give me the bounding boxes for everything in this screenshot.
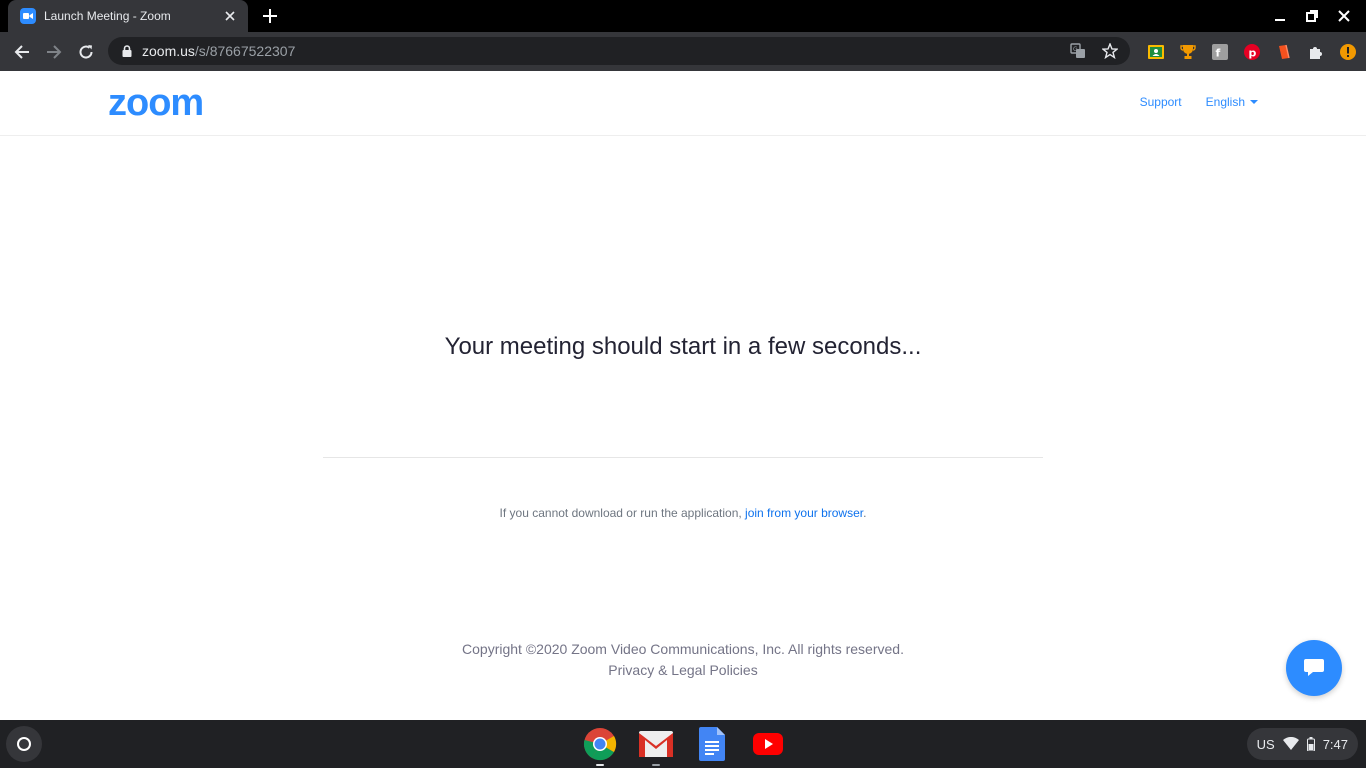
svg-text:p: p xyxy=(1249,46,1257,59)
app-launcher-button[interactable] xyxy=(6,726,42,762)
gmail-app[interactable] xyxy=(636,724,676,766)
copyright-text: Copyright ©2020 Zoom Video Communication… xyxy=(462,641,904,657)
chat-bubble-icon xyxy=(1304,659,1324,676)
tab-title: Launch Meeting - Zoom xyxy=(44,9,171,23)
minimize-button[interactable] xyxy=(1264,0,1296,32)
status-tray[interactable]: US 7:47 xyxy=(1246,728,1358,760)
extensions-row: f p xyxy=(1140,32,1364,71)
browser-tab-strip: Launch Meeting - Zoom xyxy=(0,0,1366,32)
docs-app[interactable] xyxy=(692,724,732,764)
close-tab-icon[interactable] xyxy=(222,8,238,24)
svg-text:f: f xyxy=(1216,46,1221,59)
privacy-line: Privacy & Legal Policies xyxy=(0,662,1366,678)
arrow-left-icon xyxy=(14,44,29,59)
profile-alert-icon[interactable] xyxy=(1332,36,1364,68)
url-path: /s/87667522307 xyxy=(194,43,296,59)
os-shelf: US 7:47 xyxy=(0,720,1366,768)
font-extension-icon[interactable]: f xyxy=(1204,36,1236,68)
translate-icon[interactable]: G xyxy=(1066,39,1090,63)
privacy-legal-link[interactable]: Privacy & Legal Policies xyxy=(608,662,757,678)
restore-icon xyxy=(1306,10,1318,22)
classroom-extension-icon[interactable] xyxy=(1140,36,1172,68)
pinterest-extension-icon[interactable]: p xyxy=(1236,36,1268,68)
caret-down-icon xyxy=(1250,100,1258,104)
bookmark-star-icon[interactable] xyxy=(1098,39,1122,63)
zoom-launch-page: zoom Support English Your meeting should… xyxy=(0,71,1366,720)
minimize-icon xyxy=(1275,19,1285,21)
launch-headline: Your meeting should start in a few secon… xyxy=(444,333,922,360)
language-dropdown[interactable]: English xyxy=(1206,95,1258,109)
svg-text:zoom: zoom xyxy=(108,85,203,121)
forward-button[interactable] xyxy=(38,36,70,68)
back-button[interactable] xyxy=(6,36,38,68)
reload-button[interactable] xyxy=(70,36,102,68)
plus-icon xyxy=(263,9,277,23)
url-host: zoom.us xyxy=(142,43,195,59)
restore-button[interactable] xyxy=(1296,0,1328,32)
clock-time: 7:47 xyxy=(1322,736,1348,752)
running-indicator xyxy=(596,764,604,766)
browser-fallback-text: If you cannot download or run the applic… xyxy=(0,506,1366,520)
chat-support-button[interactable] xyxy=(1286,640,1342,696)
zoom-favicon-icon xyxy=(20,8,36,24)
browser-tab[interactable]: Launch Meeting - Zoom xyxy=(8,0,248,32)
site-header: zoom Support English xyxy=(0,71,1366,136)
address-bar[interactable]: zoom.us/s/87667522307 G xyxy=(108,37,1130,65)
svg-text:G: G xyxy=(1073,46,1078,53)
puzzle-extensions-icon[interactable] xyxy=(1300,36,1332,68)
launcher-circle-icon xyxy=(17,737,31,751)
zoom-logo[interactable]: zoom xyxy=(108,82,222,126)
battery-icon xyxy=(1306,737,1315,751)
running-indicator xyxy=(652,764,660,766)
keyboard-layout: US xyxy=(1256,736,1275,752)
support-link[interactable]: Support xyxy=(1140,95,1182,109)
wifi-icon xyxy=(1282,737,1299,750)
content-divider xyxy=(323,457,1043,458)
language-label: English xyxy=(1205,95,1245,109)
browser-toolbar: zoom.us/s/87667522307 G f p xyxy=(0,32,1366,71)
window-controls xyxy=(1264,0,1360,32)
close-icon xyxy=(1338,10,1350,22)
reload-icon xyxy=(79,44,93,59)
chrome-icon xyxy=(583,728,617,761)
youtube-icon xyxy=(753,733,783,755)
trophy-extension-icon[interactable] xyxy=(1172,36,1204,68)
fallback-suffix: . xyxy=(863,506,867,520)
new-tab-button[interactable] xyxy=(260,6,280,26)
fallback-prefix: If you cannot download or run the applic… xyxy=(499,506,746,520)
docs-icon xyxy=(699,727,725,761)
join-from-browser-link[interactable]: join from your browser xyxy=(745,506,863,520)
close-window-button[interactable] xyxy=(1328,0,1360,32)
arrow-right-icon xyxy=(47,44,62,59)
header-links: Support English xyxy=(1140,95,1258,109)
youtube-app[interactable] xyxy=(748,724,788,764)
pen-extension-icon[interactable] xyxy=(1268,36,1300,68)
gmail-icon xyxy=(639,731,673,757)
lock-icon xyxy=(120,44,134,58)
chrome-app[interactable] xyxy=(580,724,620,766)
pinned-apps xyxy=(580,724,788,766)
